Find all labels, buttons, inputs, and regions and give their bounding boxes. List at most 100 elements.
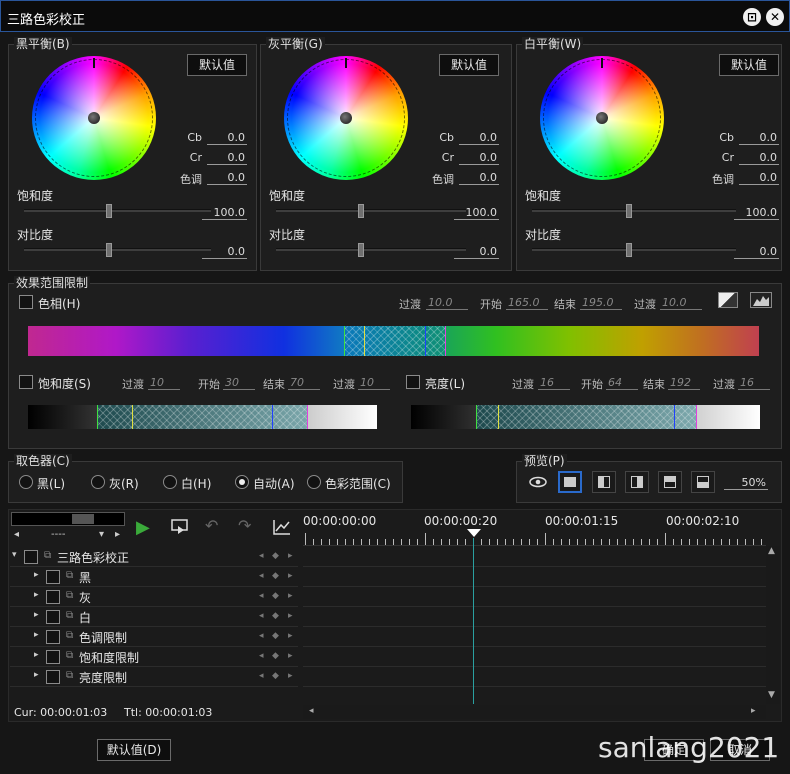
add-keyframe-icon[interactable]: ◆ [272,571,279,581]
timeline-counter[interactable]: ◂ ---- ▾ ▸ [11,528,125,542]
luminance-selected-range[interactable] [476,405,696,429]
white-cr-field[interactable]: 0.0 [739,151,779,165]
track-lane[interactable] [303,587,766,607]
expand-right-icon[interactable]: ▸ [34,610,39,620]
next-keyframe-icon[interactable]: ▸ [288,611,293,621]
expand-down-icon[interactable]: ▾ [12,550,17,560]
preview-split-right-button[interactable] [625,471,649,493]
scroll-right-icon[interactable]: ▸ [751,706,756,716]
saturation-selected-range[interactable] [97,405,307,429]
gray-wheel-handle[interactable] [340,112,352,124]
white-saturation-thumb[interactable] [626,204,632,218]
black-contrast-thumb[interactable] [106,243,112,257]
picker-white-radio[interactable] [163,475,177,489]
hue-trans-end-marker[interactable] [445,326,446,356]
saturation-checkbox[interactable] [19,375,33,389]
track-checkbox[interactable] [46,590,60,604]
track-lane[interactable] [303,547,766,567]
hue-end-field[interactable]: 195.0 [580,296,622,310]
gray-contrast-field[interactable]: 0.0 [454,245,499,259]
add-keyframe-icon[interactable]: ◆ [272,551,279,561]
sat-end-field[interactable]: 70 [288,376,320,390]
preview-split-bottom-button[interactable] [691,471,715,493]
white-contrast-slider[interactable] [532,248,736,251]
track-row[interactable]: ▸ ⧉ 灰 ◂ ◆ ▸ [10,587,298,607]
black-wheel-handle[interactable] [88,112,100,124]
gray-saturation-thumb[interactable] [358,204,364,218]
hue-selected-range[interactable] [344,326,446,356]
restore-icon[interactable]: ⊡ [743,8,761,26]
graph-icon[interactable] [272,518,292,536]
gray-cr-field[interactable]: 0.0 [459,151,499,165]
timeline-vscroll[interactable]: ▲ ▼ [766,546,780,704]
scroll-left-icon[interactable]: ◂ [309,706,314,716]
black-cr-field[interactable]: 0.0 [207,151,247,165]
track-lane[interactable] [303,627,766,647]
black-default-button[interactable]: 默认值 [187,54,247,76]
undo-icon[interactable]: ↶ [205,516,218,535]
expand-right-icon[interactable]: ▸ [34,570,39,580]
next-keyframe-icon[interactable]: ▸ [288,551,293,561]
next-keyframe-icon[interactable]: ▸ [288,631,293,641]
picker-gray-radio[interactable] [91,475,105,489]
picker-auto-radio[interactable] [235,475,249,489]
add-keyframe-icon[interactable]: ◆ [272,611,279,621]
white-contrast-thumb[interactable] [626,243,632,257]
white-wheel-handle[interactable] [596,112,608,124]
black-contrast-slider[interactable] [24,248,211,251]
white-color-wheel[interactable] [540,56,664,180]
sat-trans-end-marker[interactable] [307,405,308,429]
track-lane[interactable] [303,667,766,687]
timeline-hscroll[interactable]: ◂ ▸ [303,705,766,719]
gray-hue-field[interactable]: 0.0 [459,171,499,185]
white-contrast-field[interactable]: 0.0 [734,245,779,259]
hue-start-marker[interactable] [364,326,365,356]
black-color-wheel[interactable] [32,56,156,180]
expand-right-icon[interactable]: ▸ [34,670,39,680]
prev-keyframe-icon[interactable]: ◂ [259,571,264,581]
counter-left-icon[interactable]: ◂ [14,529,19,540]
hue-start-field[interactable]: 165.0 [506,296,548,310]
track-row[interactable]: ▾ ⧉ 三路色彩校正 ◂ ◆ ▸ [10,547,298,567]
track-row[interactable]: ▸ ⧉ 白 ◂ ◆ ▸ [10,607,298,627]
white-saturation-field[interactable]: 100.0 [734,206,779,220]
histogram-icon[interactable] [750,292,772,308]
add-keyframe-icon[interactable]: ◆ [272,631,279,641]
track-checkbox[interactable] [46,630,60,644]
white-cb-field[interactable]: 0.0 [739,131,779,145]
hue-trans-start-marker[interactable] [344,326,345,356]
sat-end-marker[interactable] [272,405,273,429]
expand-right-icon[interactable]: ▸ [34,590,39,600]
white-hue-field[interactable]: 0.0 [739,171,779,185]
black-saturation-field[interactable]: 100.0 [202,206,247,220]
add-keyframe-icon[interactable]: ◆ [272,671,279,681]
next-keyframe-icon[interactable]: ▸ [288,571,293,581]
scroll-down-icon[interactable]: ▼ [768,690,775,700]
lum-trans-end-marker[interactable] [696,405,697,429]
black-hue-field[interactable]: 0.0 [207,171,247,185]
hue-trans2-field[interactable]: 10.0 [660,296,702,310]
prev-keyframe-icon[interactable]: ◂ [259,651,264,661]
eye-icon[interactable] [528,474,548,490]
lum-trans1-field[interactable]: 16 [538,376,570,390]
track-checkbox[interactable] [46,570,60,584]
counter-right-icon[interactable]: ▸ [115,529,120,540]
lum-trans-start-marker[interactable] [476,405,477,429]
gray-cb-field[interactable]: 0.0 [459,131,499,145]
gray-saturation-slider[interactable] [276,209,466,212]
lum-start-marker[interactable] [498,405,499,429]
track-checkbox[interactable] [46,610,60,624]
close-icon[interactable]: ✕ [766,8,784,26]
track-checkbox[interactable] [24,550,38,564]
gray-contrast-slider[interactable] [276,248,466,251]
white-saturation-slider[interactable] [532,209,736,212]
add-keyframe-icon[interactable]: ◆ [272,591,279,601]
track-lane[interactable] [303,567,766,587]
expand-right-icon[interactable]: ▸ [34,630,39,640]
lum-end-marker[interactable] [674,405,675,429]
default-button[interactable]: 默认值(D) [97,739,171,761]
gray-contrast-thumb[interactable] [358,243,364,257]
black-saturation-thumb[interactable] [106,204,112,218]
gray-saturation-field[interactable]: 100.0 [454,206,499,220]
sat-trans2-field[interactable]: 10 [358,376,390,390]
